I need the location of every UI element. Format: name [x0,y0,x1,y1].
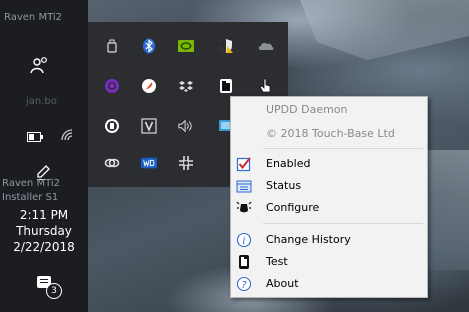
menu-item-label: Status [266,179,302,192]
help-icon: ? [236,276,252,292]
touch-base-icon[interactable] [218,78,234,94]
menu-item-status[interactable]: Status [231,175,427,197]
gear-sync-icon[interactable] [178,155,194,171]
clock-time[interactable]: 2:11 PM [0,208,88,222]
info-icon: i [236,232,252,248]
menu-copyright: © 2018 Touch-Base Ltd [231,123,427,145]
nvidia-icon[interactable] [178,38,194,54]
status-grid-icon [236,178,252,194]
v-app-icon[interactable] [141,118,157,134]
menu-separator [263,148,423,149]
taskbar: Raven MTi2 jan.bo Raven MTi2 Installer S… [0,0,88,312]
speaker-volume-icon[interactable] [178,118,194,134]
taskbar-app-label[interactable]: Raven MTi2 [4,12,62,23]
notification-count-badge: 3 [46,283,62,299]
purple-circle-app-icon[interactable] [104,78,120,94]
svg-text:?: ? [241,280,247,291]
menu-item-label: About [266,277,299,290]
people-icon[interactable] [30,56,50,78]
menu-item-test[interactable]: Test [231,251,427,273]
hand-pointer-icon[interactable] [258,78,274,94]
touch-app-icon[interactable] [104,118,120,134]
menu-item-configure[interactable]: Configure [231,197,427,219]
menu-item-label: Change History [266,233,351,246]
copyright-text: © 2018 Touch-Base Ltd [266,127,395,140]
clock-day[interactable]: Thursday [0,224,88,238]
dropbox-icon[interactable] [178,78,194,94]
menu-item-label: Configure [266,201,320,214]
menu-header: UPDD Daemon [231,99,427,121]
menu-item-label: Test [266,255,288,268]
menu-item-about[interactable]: ? About [231,273,427,295]
updd-context-menu: UPDD Daemon © 2018 Touch-Base Ltd Enable… [230,96,428,298]
menu-item-enabled[interactable]: Enabled [231,153,427,175]
wifi-icon[interactable] [60,128,74,146]
menu-title: UPDD Daemon [266,103,348,116]
wd-icon[interactable] [141,155,157,171]
menu-item-change-history[interactable]: i Change History [231,229,427,251]
onedrive-cloud-icon[interactable] [258,38,274,54]
checkbox-checked-icon [236,156,252,172]
clock-date[interactable]: 2/22/2018 [0,240,88,254]
taskbar-app-label[interactable]: Installer S1 [2,192,58,203]
svg-text:i: i [242,236,245,247]
link-chain-icon[interactable] [104,155,120,171]
taskbar-app-label[interactable]: Raven MTi2 [2,178,60,189]
menu-item-label: Enabled [266,157,311,170]
bluetooth-icon[interactable] [141,38,157,54]
test-touch-icon [236,254,252,270]
configure-mouse-icon [236,200,252,216]
feather-app-icon[interactable] [141,78,157,94]
battery-icon[interactable] [27,132,43,142]
usb-drive-icon[interactable] [104,38,120,54]
user-label[interactable]: jan.bo [26,96,57,107]
menu-separator [263,223,423,224]
security-shield-icon[interactable] [218,38,234,54]
